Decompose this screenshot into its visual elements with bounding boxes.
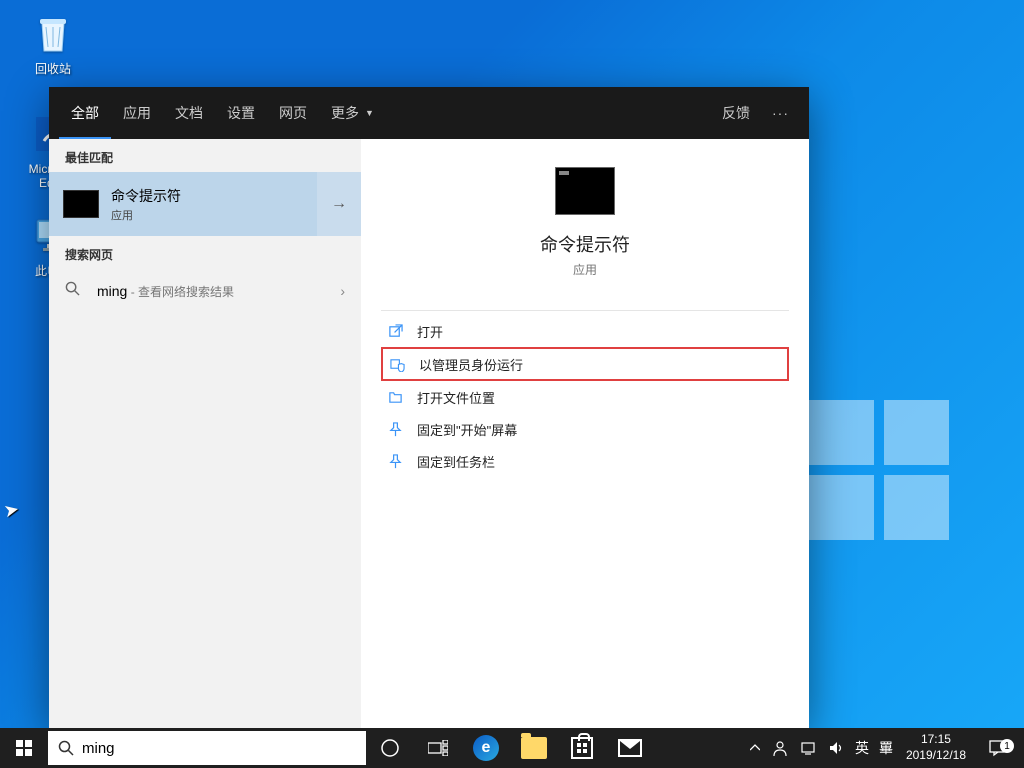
action-open-location[interactable]: 打开文件位置 <box>381 381 789 413</box>
ime-mode[interactable]: 罼 <box>874 728 898 768</box>
web-search-text: ming - 查看网络搜索结果 <box>97 283 340 300</box>
overflow-menu[interactable]: ··· <box>762 105 799 121</box>
action-pin-start[interactable]: 固定到"开始"屏幕 <box>381 413 789 445</box>
search-icon <box>58 740 74 756</box>
taskbar-search-box[interactable] <box>48 731 366 765</box>
cortana-button[interactable] <box>366 728 414 768</box>
pin-icon <box>385 454 405 469</box>
start-button[interactable] <box>0 728 48 768</box>
tray-volume-icon[interactable] <box>822 728 850 768</box>
windows-background-logo <box>809 400 949 540</box>
taskbar-explorer[interactable] <box>510 728 558 768</box>
web-search-item[interactable]: ming - 查看网络搜索结果 › <box>49 269 361 313</box>
best-match-kind: 应用 <box>111 207 181 223</box>
recycle-bin-label: 回收站 <box>35 60 71 77</box>
preview-kind: 应用 <box>573 261 597 278</box>
taskbar-mail[interactable] <box>606 728 654 768</box>
search-panel: 全部 应用 文档 设置 网页 更多▼ 反馈 ··· 最佳匹配 命令提示符 应用 … <box>49 87 809 728</box>
search-tabs-bar: 全部 应用 文档 设置 网页 更多▼ 反馈 ··· <box>49 87 809 139</box>
action-run-as-admin[interactable]: 以管理员身份运行 <box>381 347 789 381</box>
tab-docs[interactable]: 文档 <box>163 87 215 139</box>
tab-settings[interactable]: 设置 <box>215 87 267 139</box>
preview-thumb-icon <box>555 167 615 215</box>
action-open[interactable]: 打开 <box>381 315 789 347</box>
preview-title: 命令提示符 <box>540 231 630 257</box>
pin-icon <box>385 422 405 437</box>
tab-more[interactable]: 更多▼ <box>319 87 386 139</box>
notification-badge: 1 <box>1000 739 1014 753</box>
taskbar: e 英 罼 17:15 2019/12/18 1 <box>0 728 1024 768</box>
open-icon <box>385 324 405 339</box>
tab-apps[interactable]: 应用 <box>111 87 163 139</box>
cmd-thumb-icon <box>63 190 99 218</box>
action-center-button[interactable]: 1 <box>974 739 1020 757</box>
recycle-bin-icon[interactable]: 回收站 <box>15 8 91 77</box>
section-best-match: 最佳匹配 <box>49 139 361 172</box>
tab-web[interactable]: 网页 <box>267 87 319 139</box>
action-pin-taskbar[interactable]: 固定到任务栏 <box>381 445 789 477</box>
expand-arrow-icon[interactable]: → <box>317 172 361 236</box>
search-icon <box>65 281 83 301</box>
section-web-search: 搜索网页 <box>49 236 361 269</box>
system-tray: 英 罼 17:15 2019/12/18 1 <box>744 728 1024 768</box>
folder-icon <box>385 390 405 405</box>
taskbar-clock[interactable]: 17:15 2019/12/18 <box>898 732 974 763</box>
tray-overflow[interactable] <box>744 728 766 768</box>
tray-people-icon[interactable] <box>766 728 794 768</box>
preview-pane: 命令提示符 应用 打开 以管理员身份运行 打开文件位置 固定到 <box>361 139 809 728</box>
ime-lang[interactable]: 英 <box>850 728 874 768</box>
tray-network-icon[interactable] <box>794 728 822 768</box>
chevron-right-icon: › <box>340 283 345 299</box>
search-input[interactable] <box>74 740 356 757</box>
mouse-cursor: ➤ <box>2 499 21 523</box>
feedback-link[interactable]: 反馈 <box>710 103 762 123</box>
results-list: 最佳匹配 命令提示符 应用 → 搜索网页 ming - 查看网络搜索结果 › <box>49 139 361 728</box>
taskbar-edge[interactable]: e <box>462 728 510 768</box>
best-match-item[interactable]: 命令提示符 应用 → <box>49 172 361 236</box>
task-view-button[interactable] <box>414 728 462 768</box>
taskbar-store[interactable] <box>558 728 606 768</box>
best-match-title: 命令提示符 <box>111 186 181 206</box>
admin-shield-icon <box>387 357 407 372</box>
tab-all[interactable]: 全部 <box>59 87 111 139</box>
